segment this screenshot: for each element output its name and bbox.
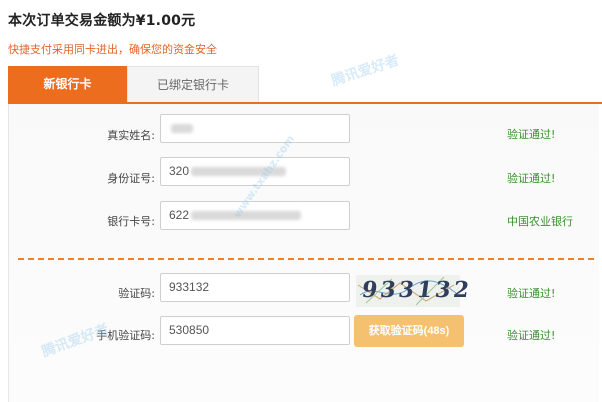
card-form-panel	[8, 104, 599, 402]
name-label: 真实姓名:	[107, 129, 155, 142]
security-notice: 快捷支付采用同卡进出，确保您的资金安全	[8, 43, 217, 56]
sms-code-status: 验证通过!	[507, 329, 556, 342]
id-number-status: 验证通过!	[507, 172, 556, 185]
sms-code-input[interactable]: 530850	[160, 316, 350, 345]
id-number-input[interactable]: 320	[160, 157, 350, 186]
section-divider	[18, 258, 594, 260]
tab-bound-card[interactable]: 已绑定银行卡	[127, 66, 259, 102]
tab-new-card[interactable]: 新银行卡	[8, 66, 127, 102]
card-number-prefix: 622	[169, 208, 190, 222]
captcha-status: 验证通过!	[507, 287, 556, 300]
card-number-input[interactable]: 622	[160, 201, 350, 230]
captcha-input[interactable]: 933132	[160, 273, 350, 302]
captcha-label: 验证码:	[118, 287, 155, 300]
card-tabs: 新银行卡 已绑定银行卡	[8, 66, 602, 104]
id-number-prefix: 320	[169, 164, 190, 178]
masked-name	[171, 124, 193, 134]
card-number-label: 银行卡号:	[107, 215, 155, 228]
id-number-label: 身份证号:	[107, 172, 155, 185]
name-status: 验证通过!	[507, 128, 556, 141]
order-amount-title: 本次订单交易金额为¥1.00元	[8, 13, 196, 29]
captcha-image[interactable]: 933132	[356, 275, 474, 307]
sms-code-label: 手机验证码:	[96, 329, 155, 342]
captcha-text: 933132	[360, 277, 474, 303]
masked-id-number	[191, 167, 287, 177]
masked-card-number	[191, 211, 302, 221]
get-sms-code-button[interactable]: 获取验证码(48s)	[354, 315, 464, 347]
name-input[interactable]	[160, 114, 350, 143]
card-bank-name: 中国农业银行	[507, 215, 573, 228]
